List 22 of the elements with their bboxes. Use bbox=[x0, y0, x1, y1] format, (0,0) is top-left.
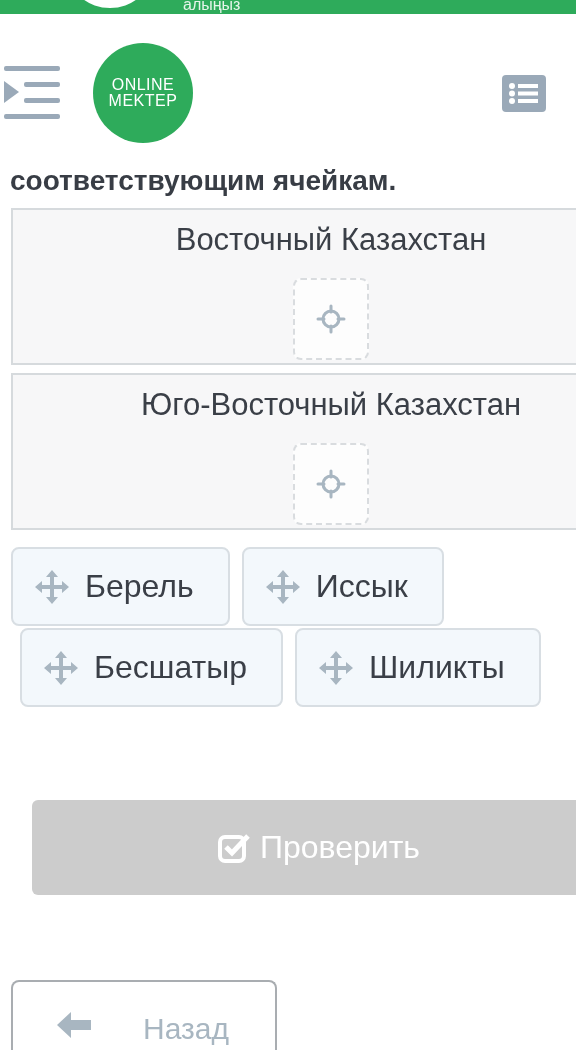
arrow-left-icon bbox=[57, 1012, 91, 1038]
zone-title: Юго-Восточный Казахстан bbox=[140, 387, 522, 423]
move-icon bbox=[35, 569, 69, 604]
draggable-chip[interactable]: Бесшатыр bbox=[20, 628, 283, 707]
move-icon bbox=[44, 650, 78, 685]
crosshair-icon bbox=[316, 304, 346, 334]
crosshair-icon bbox=[316, 469, 346, 499]
checkbox-icon bbox=[218, 832, 250, 863]
draggable-chip[interactable]: Берель bbox=[11, 547, 230, 626]
logo-text: MEKTEP bbox=[108, 93, 178, 109]
move-icon bbox=[319, 650, 353, 685]
draggable-chip[interactable]: Шиликты bbox=[295, 628, 541, 707]
drop-target[interactable] bbox=[293, 443, 369, 525]
instruction-text: соответствующим ячейкам. bbox=[9, 164, 398, 198]
list-icon[interactable] bbox=[502, 74, 546, 112]
banner-text: алыңыз bbox=[183, 0, 241, 13]
draggable-chip[interactable]: Иссык bbox=[241, 547, 444, 626]
zone-title: Восточный Казахстан bbox=[175, 222, 487, 258]
move-icon bbox=[265, 569, 300, 604]
drop-target[interactable] bbox=[293, 278, 369, 360]
logo-text: ONLINE bbox=[111, 77, 175, 93]
menu-toggle-icon[interactable] bbox=[4, 66, 60, 120]
